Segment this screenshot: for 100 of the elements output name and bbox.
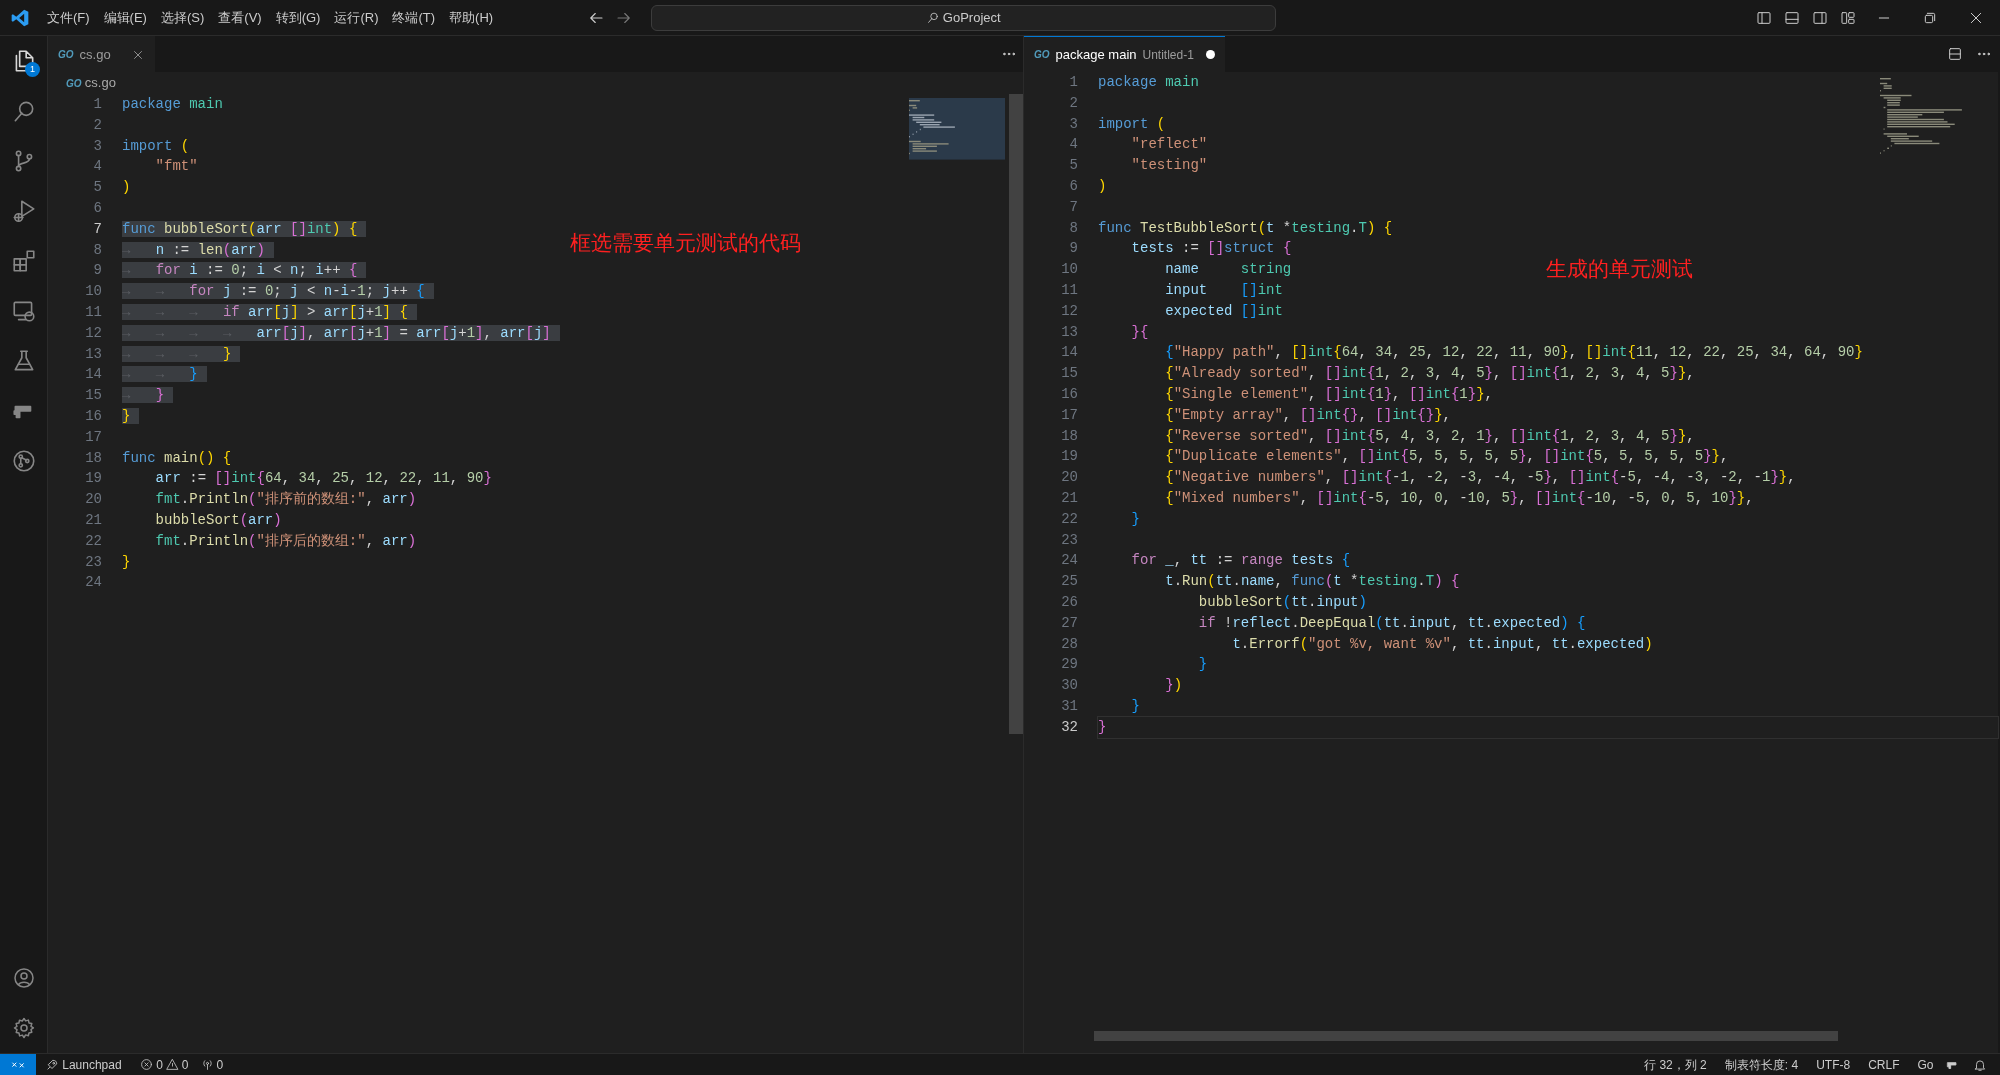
line-number: 17	[84, 427, 102, 447]
code-line: )	[1098, 178, 1107, 194]
go-file-icon: GO	[1034, 47, 1050, 62]
line-number: 17	[1060, 405, 1078, 425]
code-line: import (	[1098, 115, 1166, 132]
split-editor-icon[interactable]	[1946, 46, 1963, 62]
code-line: fmt.Println("排序前的数组:", arr)	[154, 491, 417, 508]
secondary-sidebar-icon[interactable]	[1812, 9, 1828, 26]
line-number: 32	[1060, 717, 1078, 737]
line-number: 10	[1060, 260, 1078, 280]
scrollbar-thumb[interactable]	[1009, 94, 1023, 734]
code-line: "fmt"	[154, 158, 198, 175]
line-number: 30	[1060, 676, 1078, 696]
ports-button[interactable]: 0	[194, 1053, 230, 1075]
minimap-drawing[interactable]	[909, 98, 1005, 160]
code-line: }{	[1130, 323, 1149, 340]
code-line: {"Already sorted", []int{1, 2, 3, 4, 5}, []int{1, 2, 3, 4, 5}},	[1164, 365, 1695, 382]
line-number: 9	[92, 261, 102, 281]
line-number: 23	[1060, 530, 1078, 550]
code-line: arr := []int{64, 34, 25, 12, 22, 11, 90}	[154, 470, 492, 487]
line-number: 15	[1060, 364, 1078, 384]
code-line: import (	[122, 137, 190, 154]
code-line: }	[1130, 510, 1140, 527]
code-line: package main	[122, 96, 223, 112]
code-line: name string	[1164, 261, 1292, 278]
problems-button[interactable]: 0 0	[134, 1053, 195, 1075]
line-number: 2	[1068, 93, 1078, 113]
line-number: 31	[1060, 696, 1078, 716]
line-number: 25	[1060, 572, 1078, 592]
code-line: expected []int	[1164, 302, 1283, 319]
search-field[interactable]: GoProject	[651, 4, 1277, 31]
menu-item[interactable]: 编辑(E)	[96, 5, 154, 30]
menu-item[interactable]: 选择(S)	[153, 5, 212, 30]
line-number: 5	[92, 178, 102, 198]
menu-item[interactable]: 帮助(H)	[442, 5, 501, 30]
code-line: {"Negative numbers", []int{-1, -2, -3, -4, -5}, []int{-5, -4, -3, -2, -1}},	[1164, 469, 1796, 486]
line-number: 24	[1060, 551, 1078, 571]
code-line: t.Errorf("got %v, want %v", tt.input, tt.expected)	[1231, 635, 1653, 652]
status-item[interactable]: UTF-8	[1810, 1053, 1857, 1075]
settings-icon[interactable]	[12, 1016, 36, 1040]
vscode-logo-icon	[10, 7, 30, 28]
sidebar-layout-icon[interactable]	[1756, 9, 1772, 26]
code-line: {"Mixed numbers", []int{-5, 10, 0, -10, 5}, []int{-10, -5, 0, 5, 10}},	[1164, 489, 1754, 506]
code-line: "testing"	[1130, 157, 1208, 174]
menu-item[interactable]: 文件(F)	[40, 5, 97, 30]
line-number: 24	[84, 573, 102, 593]
search-icon	[926, 11, 940, 24]
line-number: 20	[84, 490, 102, 510]
menu-item[interactable]: 查看(V)	[211, 5, 269, 30]
line-number: 7	[92, 219, 102, 239]
code-line: if !reflect.DeepEqual(tt.input, tt.expected) {	[1197, 614, 1586, 631]
line-number: 23	[84, 552, 102, 572]
customize-layout-icon[interactable]	[1840, 9, 1856, 26]
status-item[interactable]: CRLF	[1862, 1053, 1906, 1075]
extensions-icon[interactable]	[11, 248, 37, 274]
status-item[interactable]: 制表符长度: 4	[1718, 1053, 1805, 1075]
line-number: 29	[1060, 655, 1078, 675]
git-graph-icon[interactable]	[11, 448, 37, 474]
line-number: 19	[1060, 447, 1078, 467]
menu-item[interactable]: 转到(G)	[268, 5, 328, 30]
line-number: 9	[1068, 239, 1078, 259]
line-number: 6	[1068, 177, 1078, 196]
run-debug-icon[interactable]	[11, 198, 37, 224]
menu-item[interactable]: 运行(R)	[327, 5, 386, 30]
status-item[interactable]: 行 32，列 2	[1638, 1053, 1713, 1075]
notification-badge: 1	[25, 62, 40, 77]
breadcrumb-item[interactable]: cs.go	[84, 73, 116, 93]
line-number: 5	[1068, 156, 1078, 176]
line-number: 14	[84, 365, 102, 385]
error-icon	[140, 1058, 154, 1071]
code-line: })	[1164, 677, 1183, 694]
line-number: 3	[92, 136, 102, 156]
line-number: 16	[84, 406, 102, 426]
line-number: 12	[1060, 301, 1078, 321]
scrollbar-thumb[interactable]	[1094, 1031, 1838, 1041]
line-number: 10	[84, 282, 102, 302]
editor-tab[interactable]: GO cs.go	[48, 36, 155, 72]
line-number: 13	[84, 344, 102, 364]
menu-item[interactable]: 终端(T)	[385, 5, 443, 30]
line-number: 11	[84, 302, 102, 322]
status-item[interactable]: Go	[1911, 1053, 1940, 1075]
line-number: 16	[1060, 384, 1078, 404]
code-line: {"Duplicate elements", []int{5, 5, 5, 5, 5}, []int{5, 5, 5, 5, 5}},	[1164, 448, 1729, 465]
line-number: 1	[1068, 73, 1078, 92]
line-number: 8	[1068, 218, 1078, 238]
line-number: 22	[1060, 509, 1078, 529]
line-number: 28	[1060, 634, 1078, 654]
panel-layout-icon[interactable]	[1784, 9, 1800, 26]
line-number: 22	[84, 531, 102, 551]
code-line: "reflect"	[1130, 136, 1208, 153]
code-line: }	[122, 553, 131, 570]
annotation-text: 生成的单元测试	[1546, 256, 1693, 283]
launchpad-button[interactable]: Launchpad	[39, 1053, 128, 1075]
code-line: tests := []struct {	[1130, 240, 1292, 257]
line-number: 1	[92, 95, 102, 114]
editor-tab[interactable]: GO package main Untitled-1	[1024, 36, 1225, 72]
line-number: 21	[1060, 488, 1078, 508]
account-icon[interactable]	[12, 966, 36, 990]
bell-icon[interactable]	[1973, 1057, 1987, 1072]
code-line: input []int	[1164, 281, 1283, 298]
